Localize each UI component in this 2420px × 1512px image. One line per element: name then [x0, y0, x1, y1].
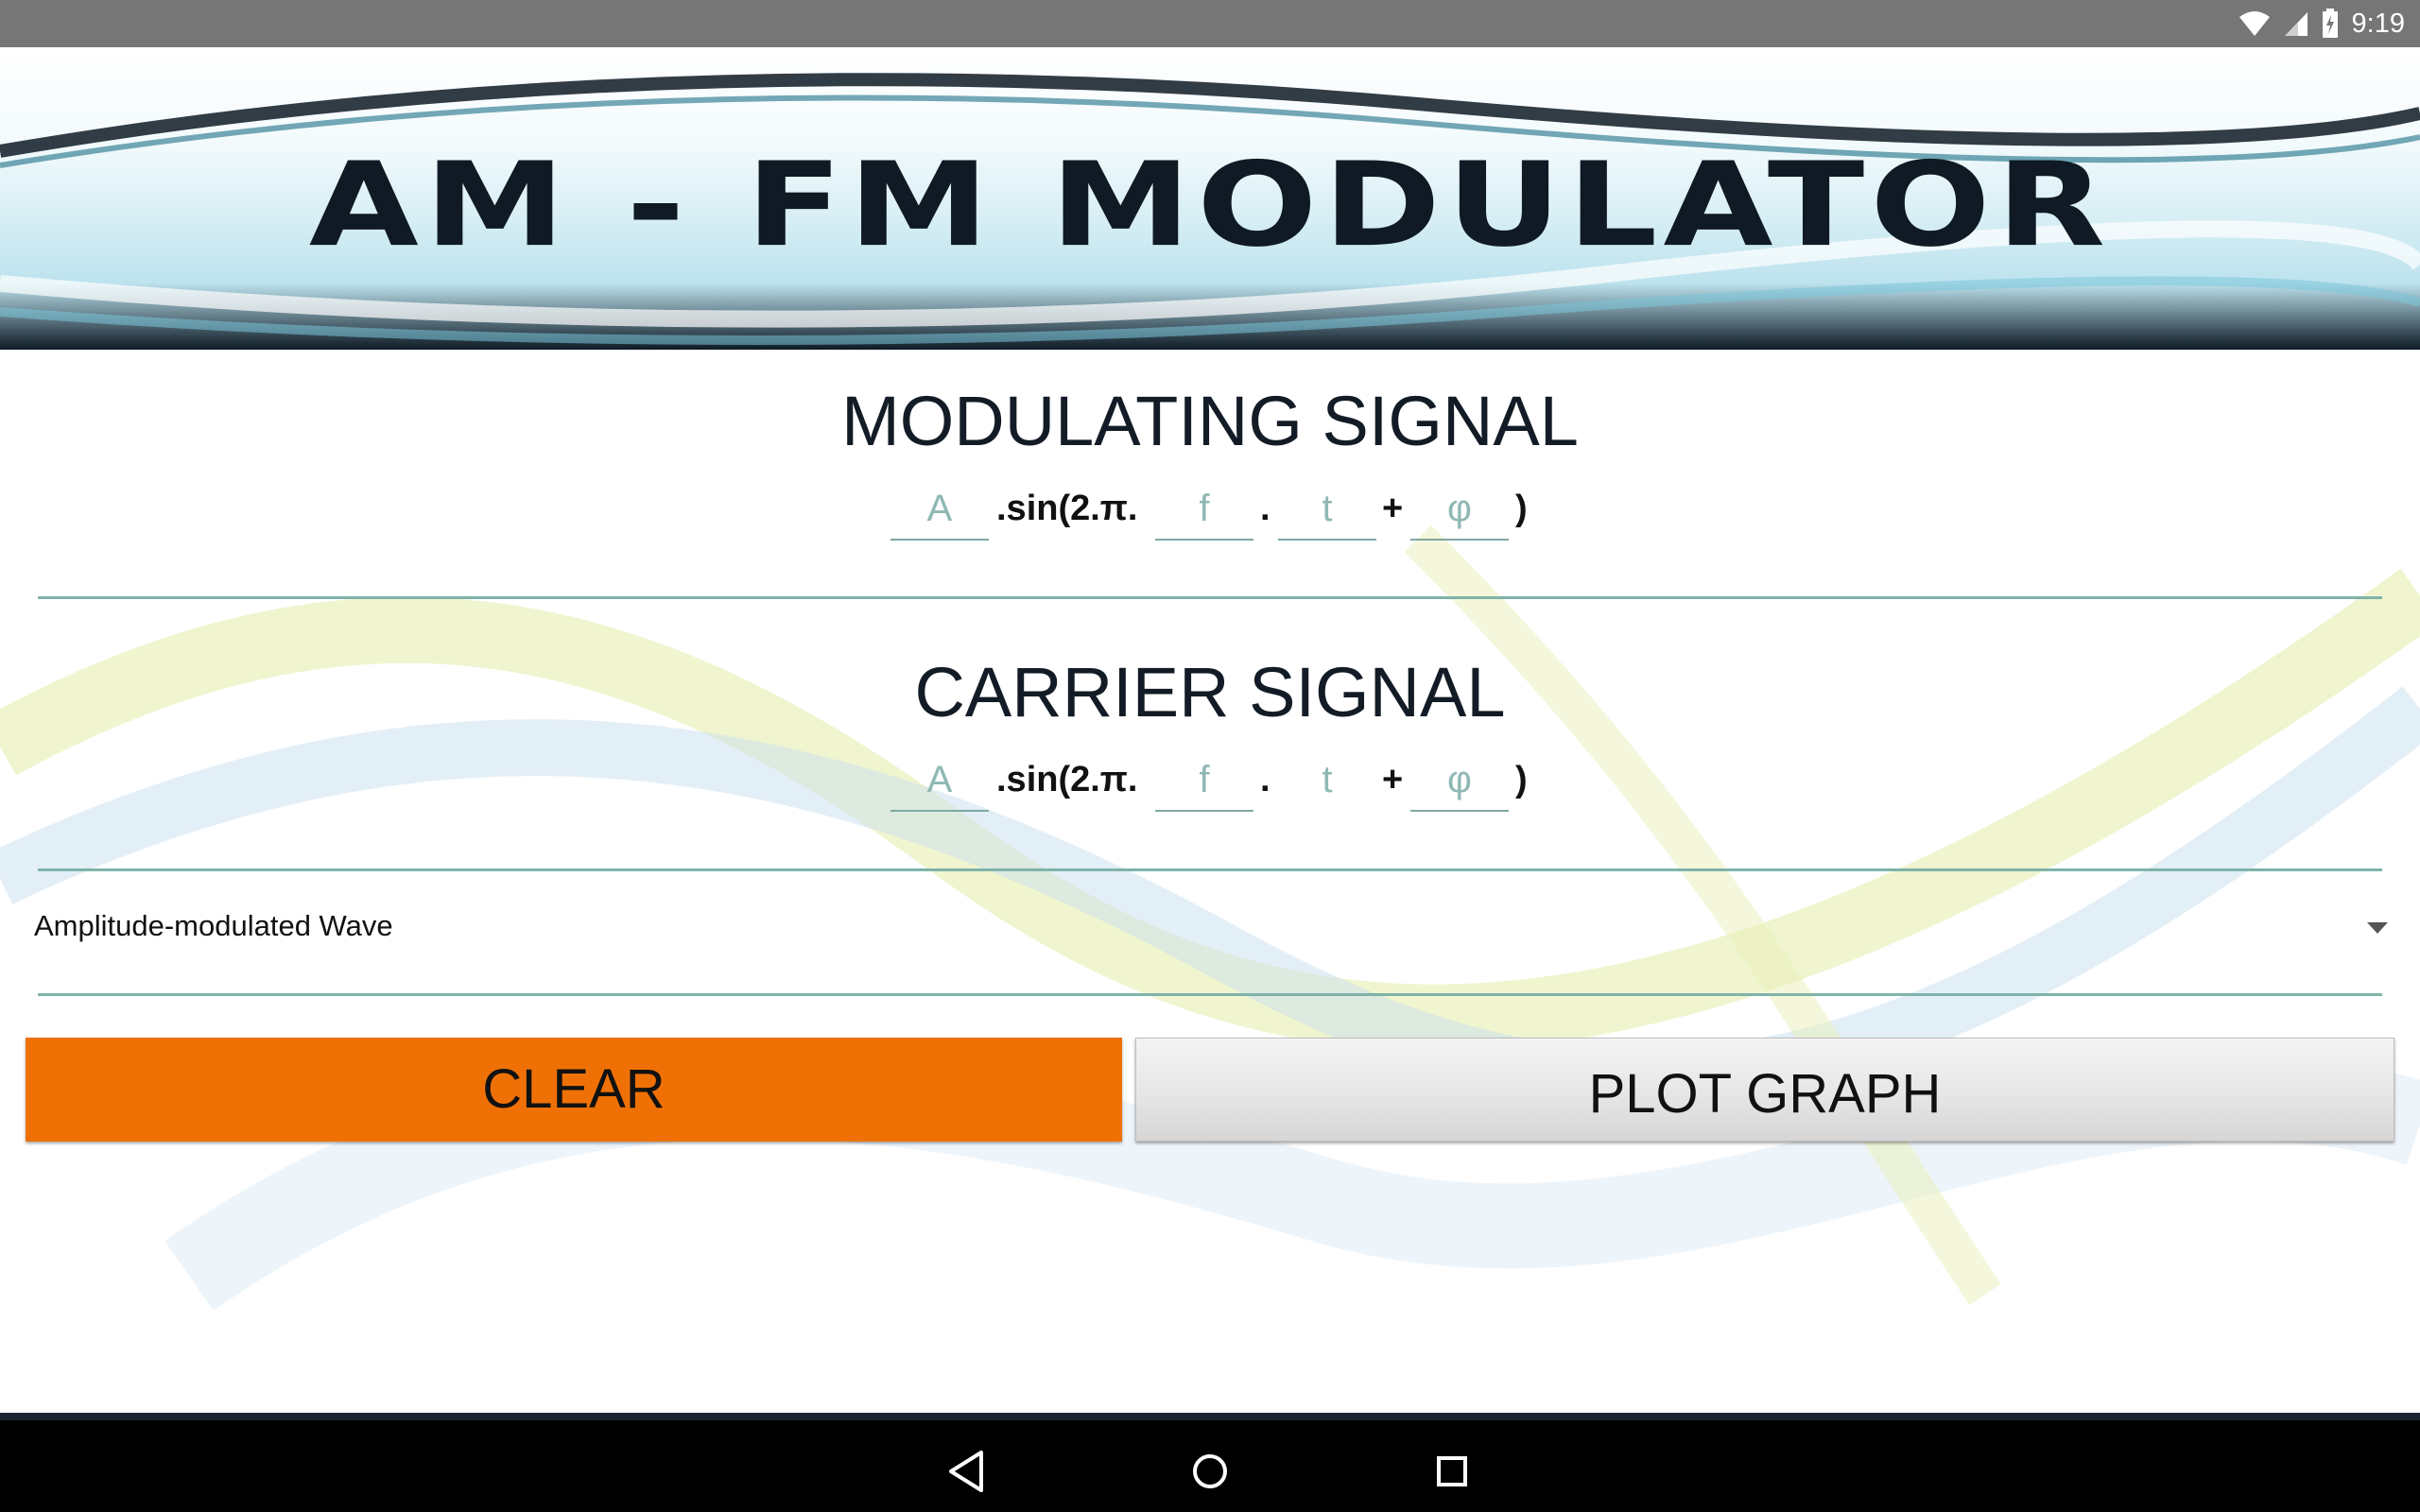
modulating-phase-input[interactable]: φ — [1410, 484, 1509, 541]
home-icon[interactable] — [1180, 1441, 1240, 1502]
wifi-icon — [2238, 11, 2270, 36]
carrier-phase-input[interactable]: φ — [1410, 755, 1509, 812]
close-paren: ) — [1515, 760, 1528, 799]
plot-graph-button[interactable]: PLOT GRAPH — [1135, 1038, 2394, 1142]
modulating-amplitude-input[interactable]: A — [890, 484, 989, 541]
divider-line — [38, 596, 2382, 599]
wave-type-dropdown[interactable]: Amplitude-modulated Wave — [34, 902, 2388, 958]
dropdown-arrow-icon — [2367, 922, 2388, 934]
plus-operator: + — [1382, 760, 1404, 799]
dropdown-underline — [38, 993, 2382, 996]
banner-title: AM - FM MODULATOR — [308, 138, 2112, 273]
battery-charging-icon — [2322, 9, 2338, 38]
divider-line — [38, 868, 2382, 871]
carrier-amplitude-input[interactable]: A — [890, 755, 989, 812]
main-content: MODULATING SIGNAL A .sin(2.π. f . t + φ … — [0, 350, 2420, 1413]
sin-expression-text: .sin(2.π. — [996, 760, 1138, 799]
status-time: 9:19 — [2351, 8, 2405, 39]
modulating-time-input[interactable]: t — [1278, 484, 1376, 541]
dot-operator: . — [1260, 489, 1270, 528]
app-banner: AM - FM MODULATOR — [0, 47, 2420, 350]
sin-expression-text: .sin(2.π. — [996, 489, 1138, 528]
close-paren: ) — [1515, 489, 1528, 528]
carrier-time-label: t — [1322, 759, 1333, 800]
modulating-signal-title: MODULATING SIGNAL — [841, 382, 1579, 460]
cell-signal-icon — [2284, 12, 2308, 36]
back-icon[interactable] — [938, 1441, 998, 1502]
status-bar: 9:19 — [0, 0, 2420, 47]
carrier-signal-title: CARRIER SIGNAL — [914, 653, 1506, 731]
navigation-bar — [0, 1413, 2420, 1512]
status-icons: 9:19 — [2238, 0, 2405, 47]
modulating-formula: A .sin(2.π. f . t + φ ) — [0, 484, 2420, 550]
dot-operator: . — [1260, 760, 1270, 799]
wave-type-selected: Amplitude-modulated Wave — [34, 909, 393, 942]
clear-button[interactable]: CLEAR — [26, 1038, 1122, 1142]
modulating-frequency-input[interactable]: f — [1155, 484, 1253, 541]
nav-bar-edge — [0, 1413, 2420, 1420]
carrier-frequency-input[interactable]: f — [1155, 755, 1253, 812]
plus-operator: + — [1382, 489, 1404, 528]
recents-icon[interactable] — [1422, 1441, 1482, 1502]
carrier-formula: A .sin(2.π. f . t + φ ) — [0, 755, 2420, 821]
